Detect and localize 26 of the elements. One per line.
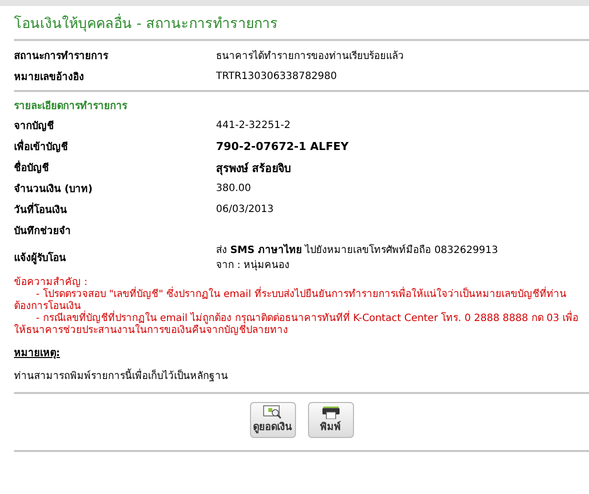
field-label: วันที่โอนเงิน: [14, 202, 216, 217]
section-heading: รายละเอียดการทำรายการ: [14, 99, 128, 114]
field-value: 380.00: [216, 183, 252, 194]
field-value: จาก : หนุ่มคนอง: [216, 260, 290, 271]
field-label: เพื่อเข้าบัญชี: [14, 139, 216, 154]
field-value: สุรพงษ์ สร้อยจิบ: [216, 160, 292, 176]
field-label: ชื่อบัญชี: [14, 160, 216, 175]
field-label: จากบัญชี: [14, 119, 55, 133]
field-label: บันทึกช่วยจำ: [14, 224, 72, 238]
field-value: TRTR130306338782980: [216, 71, 338, 82]
field-value: ส่ง SMS ภาษาไทย ไปยังหมายเลขโทรศัพท์มือถือ 0832629913: [216, 242, 500, 257]
field-value: ธนาคารได้ทำรายการของท่านเรียบร้อยแล้ว: [216, 49, 405, 63]
field-label: หมายเลขอ้างอิง: [14, 70, 85, 84]
note-text: ท่านสามารถพิมพ์รายการนี้เพื่อเก็บไว้เป็นหลักฐาน: [14, 368, 589, 389]
print-button[interactable]: พิมพ์: [308, 402, 354, 438]
field-label: จำนวนเงิน (บาท): [14, 182, 94, 196]
field-value: 790-2-07672-1 ALFEY: [216, 140, 350, 153]
field-label: สถานะการทำรายการ: [14, 50, 110, 63]
warning-heading: ข้อความสำคัญ :: [14, 277, 89, 288]
balance-button[interactable]: ดูยอดเงิน: [250, 402, 296, 438]
field-value: 06/03/2013: [216, 204, 275, 215]
warning-text: - กรณีเลขที่บัญชีที่ปรากฏใน email ไม่ถูกต้อง กรุณาติดต่อธนาคารทันทีที่ K-Contact Center โทร. 0 2888 8888 กด 03 เพื่อให้ธนาคารช่วยประสานงานในการขอเงินคืนจากบัญชีปลายทาง: [14, 313, 581, 337]
field-label: แจ้งผู้รับโอน: [14, 250, 67, 264]
page-title: โอนเงินให้บุคคลอื่น - สถานะการทำรายการ: [14, 6, 589, 39]
field-value: 441-2-32251-2: [216, 120, 292, 131]
note-heading: หมายเหตุ:: [14, 347, 60, 361]
